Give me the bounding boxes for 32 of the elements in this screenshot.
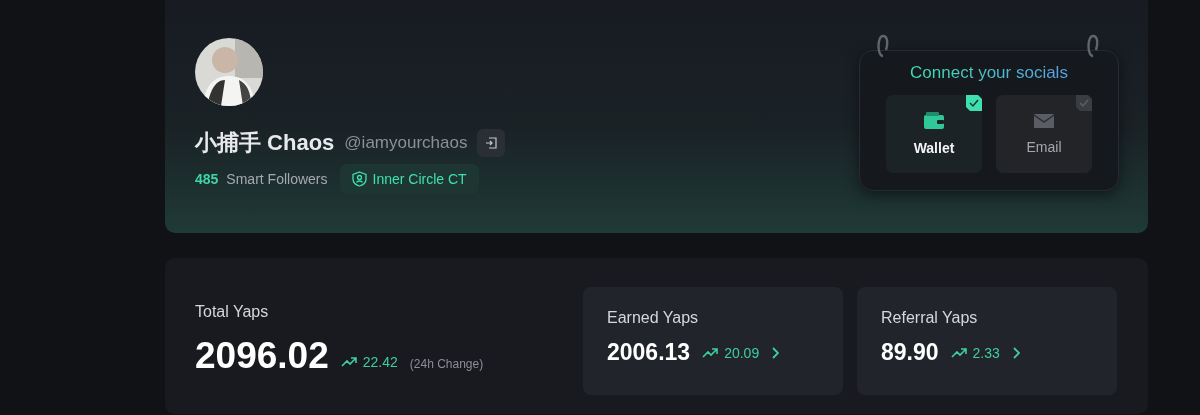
stat-value: 89.90 — [881, 339, 939, 366]
total-value: 2096.02 — [195, 335, 329, 377]
total-label: Total Yaps — [195, 303, 270, 321]
ring-icon — [875, 34, 891, 58]
ring-icon — [1085, 34, 1101, 58]
change-note: (24h Change) — [409, 357, 484, 371]
followers-label: Smart Followers — [226, 171, 328, 187]
chevron-button[interactable] — [771, 346, 780, 359]
trend-up-icon — [950, 346, 967, 359]
change-value: 20.09 — [724, 344, 760, 361]
followers-count: 485 — [195, 171, 219, 187]
badge-label: Inner Circle CT — [372, 171, 467, 187]
envelope-icon — [1033, 113, 1055, 129]
user-handle: @iamyourchaos — [344, 133, 468, 153]
shield-icon — [351, 171, 367, 187]
wallet-icon — [923, 112, 945, 130]
trend-up-icon — [702, 346, 719, 359]
chevron-right-icon — [771, 346, 780, 359]
socials-title: Connect your socials — [910, 63, 1068, 83]
stat-label: Referral Yaps — [881, 309, 979, 327]
change-value: 2.33 — [972, 344, 1000, 361]
trend-up-icon — [340, 356, 357, 368]
chevron-right-icon — [1011, 346, 1020, 359]
change-value: 22.42 — [362, 354, 398, 370]
logout-button[interactable] — [477, 129, 506, 157]
stat-label: Earned Yaps — [607, 309, 700, 327]
logout-icon — [485, 137, 498, 149]
social-tile[interactable]: Email — [996, 95, 1092, 173]
social-tile[interactable]: Wallet — [886, 95, 982, 173]
chevron-button[interactable] — [1011, 346, 1020, 359]
display-name: 小捕手 Chaos — [195, 129, 335, 157]
stat-value: 2006.13 — [607, 339, 691, 366]
